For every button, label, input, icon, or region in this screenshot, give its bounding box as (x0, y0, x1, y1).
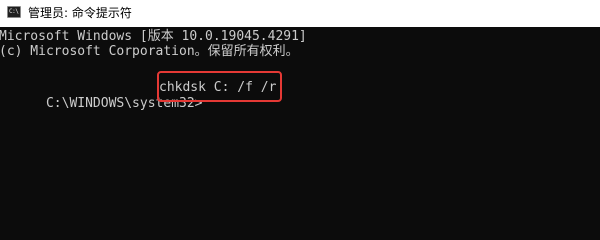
console-output[interactable]: Microsoft Windows [版本 10.0.19045.4291] (… (0, 27, 600, 200)
title-bar[interactable]: C:\ 管理员: 命令提示符 (0, 0, 600, 27)
console-line-copyright: (c) Microsoft Corporation。保留所有权利。 (0, 44, 299, 59)
cmd-icon-glyph: C:\ (9, 8, 19, 15)
command-highlight-box (157, 71, 282, 102)
command-prompt-window: C:\ 管理员: 命令提示符 Microsoft Windows [版本 10.… (0, 0, 600, 200)
window-title: 管理员: 命令提示符 (28, 6, 132, 20)
console-line-version: Microsoft Windows [版本 10.0.19045.4291] (0, 29, 307, 44)
cmd-icon: C:\ (7, 6, 21, 18)
